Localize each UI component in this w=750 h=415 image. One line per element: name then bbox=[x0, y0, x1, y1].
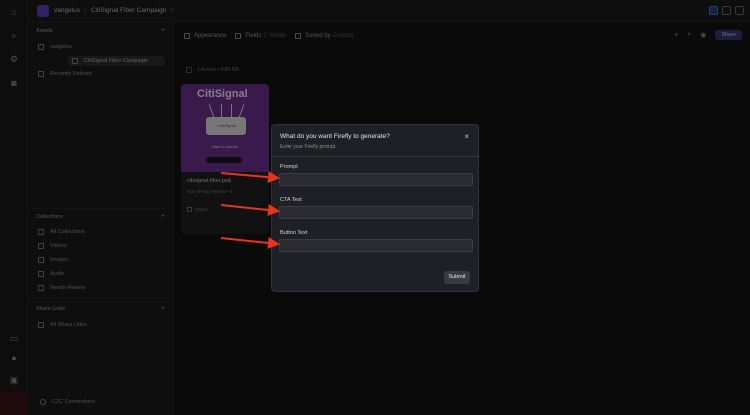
dialog-title: What do you want Firefly to generate? bbox=[280, 133, 390, 140]
button-text-input[interactable] bbox=[279, 239, 473, 252]
app-window: ⌂ ⌕ ⚙ ◙ ▭ ● ▣ vangelus / CitiSignal Fibe… bbox=[0, 0, 750, 415]
prompt-label: Prompt bbox=[280, 164, 298, 170]
cta-text-label: CTA Text bbox=[280, 197, 302, 203]
cta-text-input[interactable] bbox=[279, 206, 473, 219]
dialog-subtitle: Enter your Firefly prompt. bbox=[280, 144, 337, 150]
close-icon[interactable]: × bbox=[464, 132, 469, 141]
prompt-input[interactable] bbox=[279, 173, 473, 186]
button-text-label: Button Text bbox=[280, 230, 308, 236]
submit-button[interactable]: Submit bbox=[444, 271, 470, 284]
firefly-dialog: What do you want Firefly to generate? × … bbox=[271, 124, 480, 292]
dialog-divider bbox=[272, 156, 480, 157]
